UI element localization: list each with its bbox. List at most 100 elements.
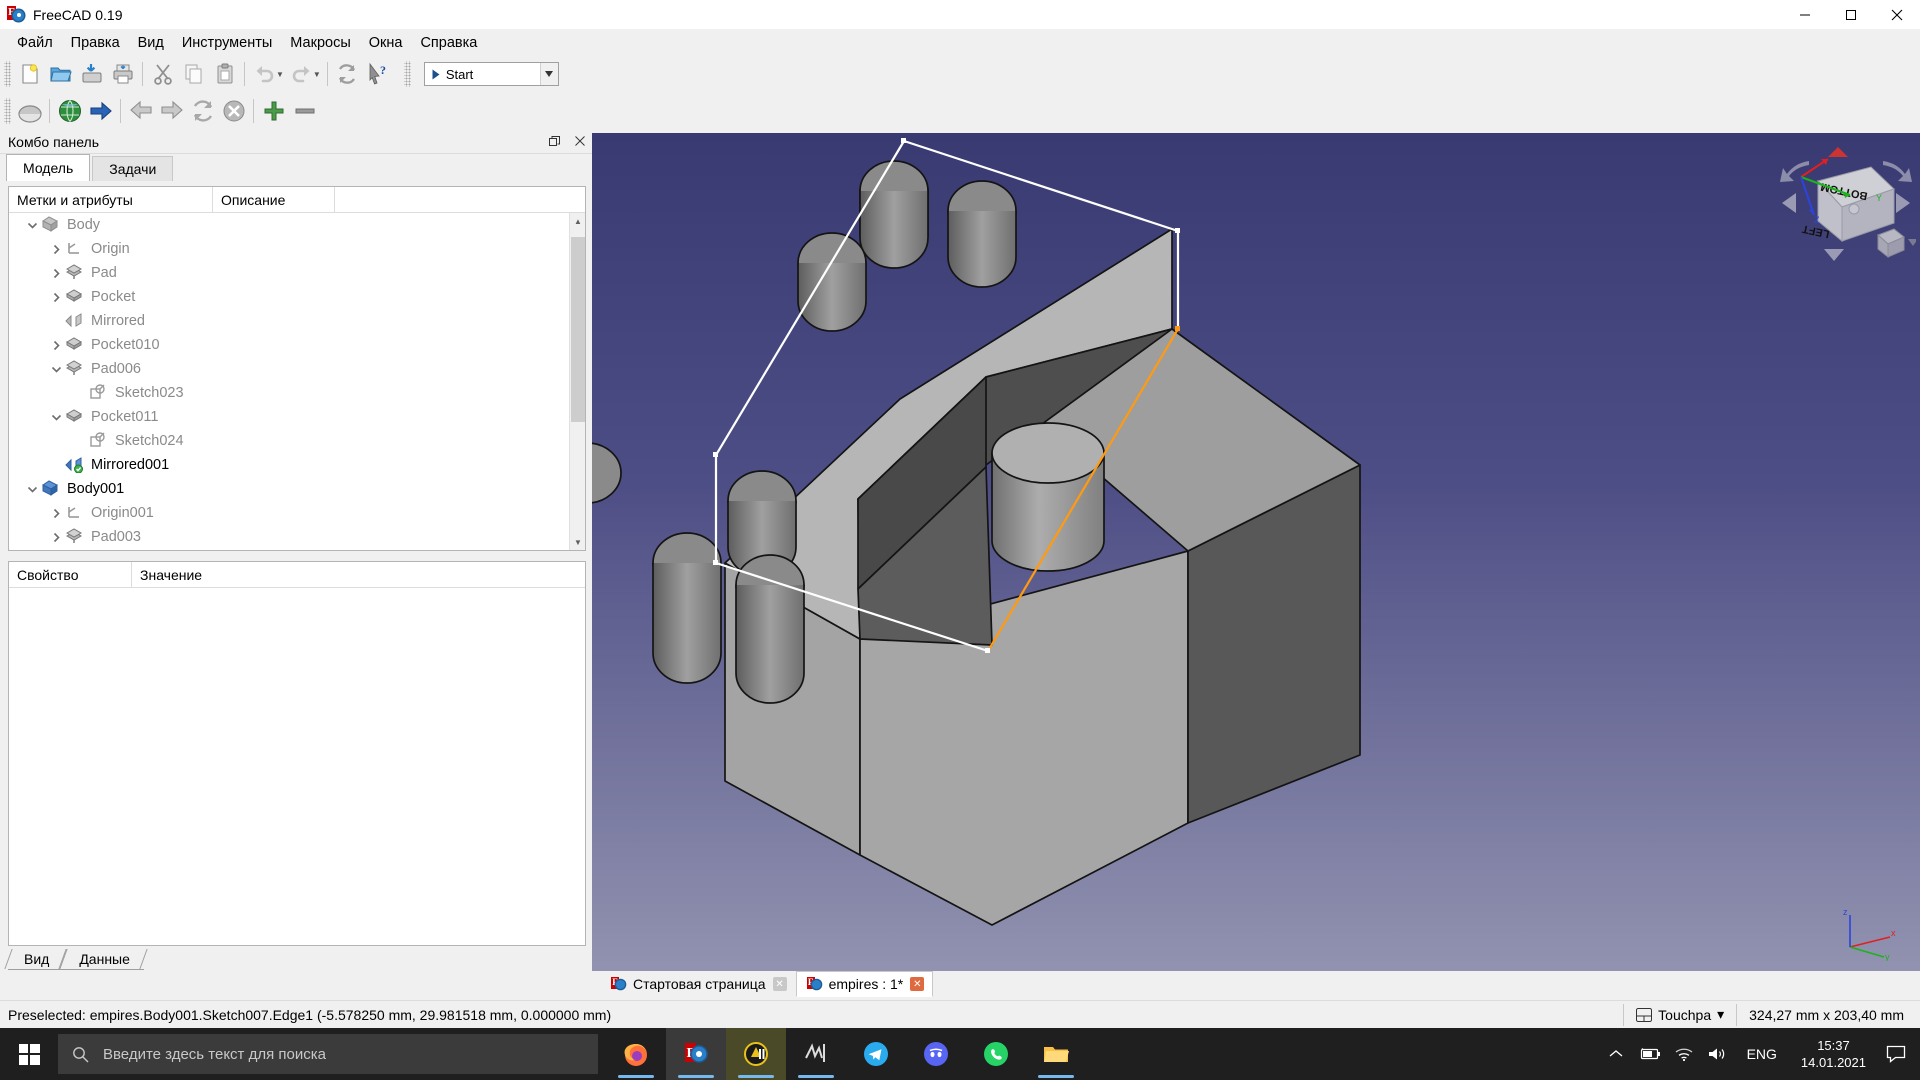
menu-help[interactable]: Справка	[411, 32, 486, 54]
tree-expander-down-icon[interactable]	[23, 213, 41, 237]
firefox-icon[interactable]	[606, 1028, 666, 1080]
close-tab-icon[interactable]: ✕	[772, 977, 787, 991]
menu-macros[interactable]: Макросы	[281, 32, 359, 54]
language-indicator[interactable]: ENG	[1735, 1046, 1789, 1062]
telegram-icon[interactable]	[846, 1028, 906, 1080]
close-button[interactable]	[1874, 0, 1920, 30]
tree-item-mirrored[interactable]: Mirrored	[9, 309, 585, 333]
scroll-up-arrow-icon[interactable]: ▲	[570, 213, 585, 229]
minimize-button[interactable]	[1782, 0, 1828, 30]
fit-all-icon[interactable]	[14, 96, 45, 127]
nav-back-icon[interactable]	[125, 96, 156, 127]
discord-icon[interactable]	[906, 1028, 966, 1080]
tree-item-pad003[interactable]: Pad003	[9, 525, 585, 549]
open-document-icon[interactable]	[45, 59, 76, 90]
undo-icon[interactable]	[249, 59, 280, 90]
redo-icon[interactable]	[286, 59, 317, 90]
cut-icon[interactable]	[147, 59, 178, 90]
property-header-value[interactable]: Значение	[132, 562, 585, 587]
new-document-icon[interactable]	[14, 59, 45, 90]
notification-icon[interactable]	[1878, 1028, 1914, 1080]
tree-expander-down-icon[interactable]	[47, 405, 65, 429]
wifi-icon[interactable]	[1667, 1028, 1701, 1080]
media-icon[interactable]	[786, 1028, 846, 1080]
tree-item-mirrored001[interactable]: Mirrored001	[9, 453, 585, 477]
workbench-dropdown-caret-icon[interactable]	[539, 63, 558, 85]
document-tab-start-page[interactable]: F Стартовая страница ✕	[600, 971, 796, 997]
tab-tasks[interactable]: Задачи	[92, 156, 174, 181]
copy-icon[interactable]	[178, 59, 209, 90]
property-header-name[interactable]: Свойство	[9, 562, 132, 587]
scroll-thumb[interactable]	[571, 237, 585, 422]
tree-header-description[interactable]: Описание	[213, 187, 335, 212]
tree-expander-right-icon[interactable]	[47, 261, 65, 285]
3d-viewport[interactable]: BOTTOM LEFT Z Y x y z	[592, 133, 1920, 971]
navigation-mode-selector[interactable]: Touchpa ▾	[1623, 1003, 1736, 1026]
navigation-mode-caret-icon[interactable]: ▾	[1717, 1006, 1724, 1023]
freecad-icon[interactable]: F	[666, 1028, 726, 1080]
refresh-icon[interactable]	[332, 59, 363, 90]
tree-expander-down-icon[interactable]	[23, 477, 41, 501]
tab-view[interactable]: Вид	[8, 949, 64, 970]
tree-header-extra[interactable]	[335, 187, 585, 212]
tree-item-pocket011[interactable]: Pocket011	[9, 405, 585, 429]
menu-tools[interactable]: Инструменты	[173, 32, 281, 54]
model-tree[interactable]: Body Origin Pad Pocket Mirrored Pocket01…	[9, 213, 585, 550]
toolbar-grip[interactable]	[4, 61, 11, 87]
tree-expander-down-icon[interactable]	[47, 357, 65, 381]
whats-this-icon[interactable]: ?	[363, 59, 394, 90]
toolbar-grip-2[interactable]	[403, 61, 411, 87]
tree-item-sketch023[interactable]: Sketch023	[9, 381, 585, 405]
document-tab-empires[interactable]: F empires : 1* ✕	[795, 971, 934, 997]
tree-item-pad006[interactable]: Pad006	[9, 357, 585, 381]
print-document-icon[interactable]	[107, 59, 138, 90]
autocad-icon[interactable]	[726, 1028, 786, 1080]
tree-item-body[interactable]: Body	[9, 213, 585, 237]
whatsapp-icon[interactable]	[966, 1028, 1026, 1080]
tab-data[interactable]: Данные	[63, 949, 144, 970]
tree-expander-right-icon[interactable]	[47, 525, 65, 549]
menu-edit[interactable]: Правка	[62, 32, 129, 54]
paste-icon[interactable]	[209, 59, 240, 90]
windows-start-icon[interactable]	[0, 1028, 58, 1080]
stop-icon[interactable]	[218, 96, 249, 127]
navigation-cube[interactable]: BOTTOM LEFT Z Y	[1776, 145, 1916, 280]
nav-forward-icon[interactable]	[156, 96, 187, 127]
taskbar-search-input[interactable]: Введите здесь текст для поиска	[58, 1034, 598, 1074]
close-panel-icon[interactable]	[572, 133, 588, 149]
menu-file[interactable]: Файл	[8, 32, 62, 54]
menu-windows[interactable]: Окна	[360, 32, 412, 54]
scroll-down-arrow-icon[interactable]: ▼	[570, 534, 585, 550]
toolbar-grip-3[interactable]	[4, 98, 11, 124]
workbench-selector[interactable]: Start	[423, 62, 559, 86]
tree-expander-right-icon[interactable]	[47, 237, 65, 261]
close-tab-icon[interactable]: ✕	[910, 977, 925, 991]
battery-icon[interactable]	[1633, 1028, 1667, 1080]
float-panel-icon[interactable]	[546, 133, 562, 149]
zoom-in-icon[interactable]	[258, 96, 289, 127]
tree-item-pocket010[interactable]: Pocket010	[9, 333, 585, 357]
tray-chevron-icon[interactable]	[1599, 1028, 1633, 1080]
menu-view[interactable]: Вид	[129, 32, 173, 54]
tree-item-origin001[interactable]: Origin001	[9, 501, 585, 525]
taskbar-clock[interactable]: 15:37 14.01.2021	[1789, 1037, 1878, 1071]
tree-expander-right-icon[interactable]	[47, 501, 65, 525]
tab-model[interactable]: Модель	[6, 154, 91, 181]
save-document-icon[interactable]	[76, 59, 107, 90]
volume-icon[interactable]	[1701, 1028, 1735, 1080]
explorer-icon[interactable]	[1026, 1028, 1086, 1080]
tree-item-pad[interactable]: Pad	[9, 261, 585, 285]
tree-expander-right-icon[interactable]	[47, 333, 65, 357]
axonometric-view-icon[interactable]	[54, 96, 85, 127]
zoom-out-icon[interactable]	[289, 96, 320, 127]
tree-item-origin[interactable]: Origin	[9, 237, 585, 261]
tree-header-labels[interactable]: Метки и атрибуты	[9, 187, 213, 212]
tree-item-pocket[interactable]: Pocket	[9, 285, 585, 309]
tree-item-body001[interactable]: Body001	[9, 477, 585, 501]
tree-item-sketch024[interactable]: Sketch024	[9, 429, 585, 453]
set-view-icon[interactable]	[85, 96, 116, 127]
maximize-button[interactable]	[1828, 0, 1874, 30]
refresh-view-icon[interactable]	[187, 96, 218, 127]
tree-scrollbar[interactable]: ▲ ▼	[569, 213, 585, 550]
tree-expander-right-icon[interactable]	[47, 285, 65, 309]
